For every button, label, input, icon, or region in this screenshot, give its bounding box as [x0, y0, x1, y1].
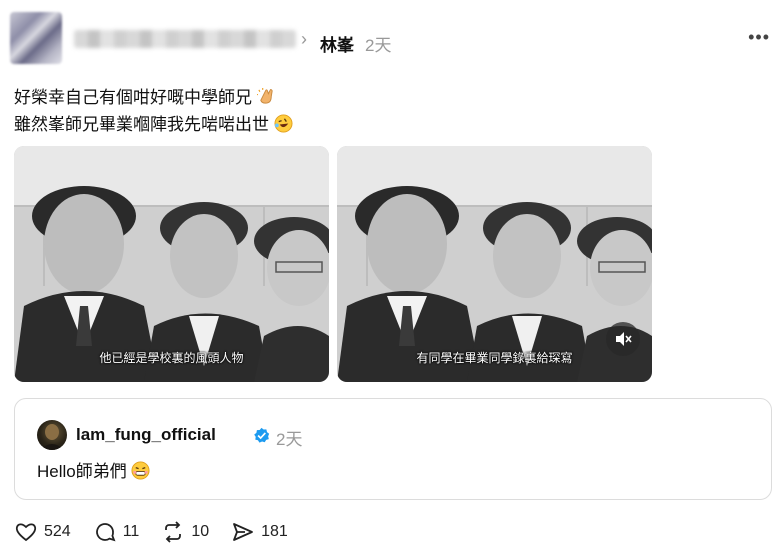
repost-button[interactable]: 10: [161, 520, 209, 544]
heart-icon: [15, 523, 37, 542]
quoted-post[interactable]: lam_fung_official 2天 Hello師弟們: [14, 398, 772, 500]
repost-count: 10: [191, 523, 210, 540]
grinning-face-emoji-icon: [131, 461, 151, 480]
students-photo: [337, 146, 652, 382]
post-text-line-1: 好榮幸自己有個咁好嘅中學師兄: [14, 84, 293, 111]
post-text-2: 雖然峯師兄畢業嗰陣我先啱啱出世: [14, 115, 269, 134]
video-thumbnail-2[interactable]: 有同學在畢業同學錄裏給琛寫: [337, 146, 652, 382]
share-count: 181: [261, 523, 288, 540]
mute-button[interactable]: [606, 322, 640, 356]
reply-count: 11: [122, 523, 140, 540]
reply-button[interactable]: 11: [93, 520, 140, 544]
post-header: › 林峯 2天 •••: [10, 12, 770, 64]
avatar[interactable]: [10, 12, 62, 64]
repost-icon: [165, 521, 182, 543]
cross-post-username[interactable]: 林峯: [320, 31, 354, 56]
comment-icon: [95, 523, 116, 542]
send-icon: [233, 523, 254, 541]
video-caption-1: 他已經是學校裏的風頭人物: [99, 351, 244, 365]
quoted-text-line: Hello師弟們: [37, 457, 151, 482]
post-text-1: 好榮幸自己有個咁好嘅中學師兄: [14, 88, 252, 107]
person-avatar-icon: [40, 424, 64, 450]
share-button[interactable]: 181: [231, 520, 288, 544]
rolling-laughing-emoji-icon: [274, 114, 293, 133]
students-photo: [14, 146, 329, 382]
clap-emoji-icon: [256, 87, 273, 104]
quoted-timestamp: 2天: [276, 430, 303, 449]
username-blurred[interactable]: [74, 30, 296, 48]
verified-badge-icon: [254, 427, 270, 443]
like-button[interactable]: 524: [14, 520, 71, 544]
speaker-muted-icon: [616, 332, 632, 346]
like-count: 524: [44, 523, 71, 540]
quoted-avatar[interactable]: [37, 420, 67, 450]
more-options-button[interactable]: •••: [748, 27, 770, 48]
post-timestamp: 2天: [365, 36, 392, 55]
post-text-line-2: 雖然峯師兄畢業嗰陣我先啱啱出世: [14, 111, 293, 138]
post-body: 好榮幸自己有個咁好嘅中學師兄 雖然峯師兄畢業嗰陣我先啱啱出世: [14, 84, 293, 138]
video-caption-2: 有同學在畢業同學錄裏給琛寫: [416, 351, 573, 365]
video-thumbnail-1[interactable]: 他已經是學校裏的風頭人物: [14, 146, 329, 382]
quoted-text: Hello師弟們: [37, 462, 127, 481]
post-actions: 524 11 10 181: [14, 518, 310, 546]
quoted-username[interactable]: lam_fung_official: [76, 425, 216, 445]
chevron-right-icon: ›: [301, 29, 307, 49]
